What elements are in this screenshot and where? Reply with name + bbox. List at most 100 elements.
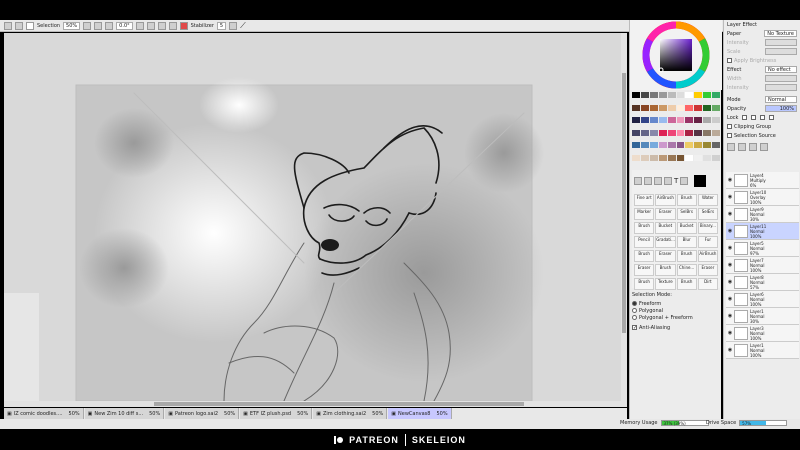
document-tab[interactable]: ▣ New Zim 10 diff s... 50% (84, 408, 165, 419)
layer-row-selected[interactable]: ◉ Layer11 Normal 100% (726, 223, 799, 240)
zoom-in-icon[interactable] (83, 21, 92, 30)
vertical-scroll-thumb[interactable] (622, 73, 626, 333)
menu-icon[interactable] (4, 21, 12, 30)
visibility-eye-icon[interactable]: ◉ (727, 262, 733, 268)
brush-preset[interactable]: Eraser (655, 208, 676, 220)
document-tab[interactable]: ▣ Zim clothing.sai2 50% (313, 408, 388, 419)
clipping-group-checkbox[interactable] (727, 124, 732, 129)
document-tab[interactable]: ▣ IZ comic doodles.... 50% (4, 408, 84, 419)
layer-effect-header[interactable]: Layer Effect (724, 20, 800, 29)
new-canvas-icon[interactable] (15, 21, 23, 30)
visibility-eye-icon[interactable]: ◉ (727, 296, 733, 302)
brush-preset[interactable]: Brush (676, 250, 697, 262)
rotate-left-icon[interactable] (135, 21, 144, 30)
rotation-field[interactable]: 0.0° (116, 21, 133, 30)
line-tool-icon[interactable]: ⟋ (240, 21, 246, 31)
flip-icon[interactable] (168, 21, 177, 30)
brush-preset[interactable]: Brush (634, 278, 655, 290)
layer-row[interactable]: ◉ Layer4 Multiply 6% (726, 172, 799, 189)
paper-select[interactable]: No Texture (764, 30, 797, 37)
stabilizer-field[interactable]: 5 (216, 21, 227, 30)
visibility-eye-icon[interactable]: ◉ (727, 228, 733, 234)
brush-preset[interactable]: Chine... (676, 264, 697, 276)
stabilizer-dropdown-icon[interactable] (229, 21, 238, 30)
brush-preset[interactable]: Brush (676, 194, 697, 206)
brush-preset[interactable]: AirBrush (697, 250, 718, 262)
apply-brightness-checkbox[interactable] (727, 58, 732, 63)
opacity-slider[interactable]: 100% (765, 105, 797, 112)
brush-preset[interactable]: Brush (655, 264, 676, 276)
brush-preset[interactable]: Dirt (697, 278, 718, 290)
lock-icon[interactable] (742, 115, 748, 120)
rotate-right-icon[interactable] (146, 21, 155, 30)
selection-checkbox-icon[interactable] (26, 21, 34, 30)
visibility-eye-icon[interactable]: ◉ (727, 245, 733, 251)
brush-preset[interactable]: Gradati... (655, 236, 676, 248)
color-wheel[interactable] (630, 20, 722, 90)
delete-layer-icon[interactable] (760, 142, 768, 151)
brush-preset[interactable]: Blur (676, 236, 697, 248)
zoom-out-icon[interactable] (94, 21, 103, 30)
brush-preset[interactable]: Fur (697, 236, 718, 248)
brush-preset[interactable]: Binary... (697, 222, 718, 234)
brush-preset[interactable]: Marker (634, 208, 655, 220)
width-slider[interactable] (765, 75, 797, 82)
selection-mode-option[interactable]: Polygonal + Freeform (632, 314, 720, 321)
blend-mode-select[interactable]: Normal (765, 96, 797, 103)
brush-preset[interactable]: SelErs (697, 208, 718, 220)
drawing-canvas[interactable] (4, 33, 627, 401)
brush-preset[interactable]: Water (697, 194, 718, 206)
document-tab-active[interactable]: ▣ NewCanvas8 50% (388, 408, 452, 419)
primary-color-swatch[interactable] (694, 175, 707, 187)
horizontal-scrollbar[interactable] (4, 401, 627, 407)
lock-icon[interactable] (751, 115, 757, 120)
visibility-eye-icon[interactable]: ◉ (727, 313, 733, 319)
intensity-slider[interactable] (765, 39, 797, 46)
layer-row[interactable]: ◉ Layer7 Normal 100% (726, 257, 799, 274)
brush-preset[interactable]: Brush (676, 278, 697, 290)
selection-source-checkbox[interactable] (727, 133, 732, 138)
select-rect-icon[interactable] (634, 177, 642, 185)
anti-aliasing-toggle[interactable]: ✓ Anti-Aliasing (632, 324, 720, 331)
lock-icon[interactable] (760, 115, 766, 120)
effect-select[interactable]: No effect (765, 66, 797, 73)
brush-preset[interactable]: AirBrush (655, 194, 676, 206)
canvas-area[interactable] (4, 33, 627, 401)
brush-preset[interactable]: Eraser (655, 250, 676, 262)
lasso-icon[interactable] (644, 177, 652, 185)
visibility-eye-icon[interactable]: ◉ (727, 211, 733, 217)
visibility-eye-icon[interactable]: ◉ (727, 347, 733, 353)
brush-preset[interactable]: Eraser (697, 264, 718, 276)
rotate-reset-icon[interactable] (157, 21, 166, 30)
zoom-field[interactable]: 50% (63, 21, 81, 30)
new-layer-icon[interactable] (727, 142, 735, 151)
document-tab[interactable]: ▣ Patreon logo.sai2 50% (165, 408, 240, 419)
scale-slider[interactable] (765, 48, 797, 55)
layer-row[interactable]: ◉ Layer8 Normal 57% (726, 274, 799, 291)
visibility-eye-icon[interactable]: ◉ (727, 194, 733, 200)
horizontal-scroll-thumb[interactable] (154, 402, 524, 406)
brush-preset[interactable]: Pencil (634, 236, 655, 248)
layer-row[interactable]: ◉ Layer3 Normal 100% (726, 325, 799, 342)
brush-preset[interactable]: Bucket (676, 222, 697, 234)
brush-preset[interactable]: Brush (634, 250, 655, 262)
visibility-eye-icon[interactable]: ◉ (727, 177, 733, 183)
brush-preset[interactable]: SelBrs (676, 208, 697, 220)
layer-row[interactable]: ◉ Layer1 Normal 30% (726, 308, 799, 325)
text-tool-icon[interactable]: T (674, 177, 678, 185)
document-tab[interactable]: ▣ ETF IZ plush.psd 50% (240, 408, 313, 419)
layer-row[interactable]: ◉ Layer5 Normal 97% (726, 240, 799, 257)
layer-row[interactable]: ◉ Layer1 Normal 100% (726, 342, 799, 359)
layer-row[interactable]: ◉ Layer9 Normal 30% (726, 206, 799, 223)
eyedropper-icon[interactable] (680, 177, 689, 185)
brush-preset[interactable]: Eraser (634, 264, 655, 276)
selection-mode-option[interactable]: Freeform (632, 300, 720, 307)
lock-icon[interactable] (769, 115, 775, 120)
color-swatches[interactable] (632, 92, 720, 166)
magic-wand-icon[interactable] (654, 177, 662, 185)
merge-down-icon[interactable] (749, 142, 757, 151)
layer-row[interactable]: ◉ Layer10 Overlay 100% (726, 189, 799, 206)
brush-preset[interactable]: Texture (655, 278, 676, 290)
layer-row[interactable]: ◉ Layer6 Normal 100% (726, 291, 799, 308)
brush-preset[interactable]: Bucket (655, 222, 676, 234)
